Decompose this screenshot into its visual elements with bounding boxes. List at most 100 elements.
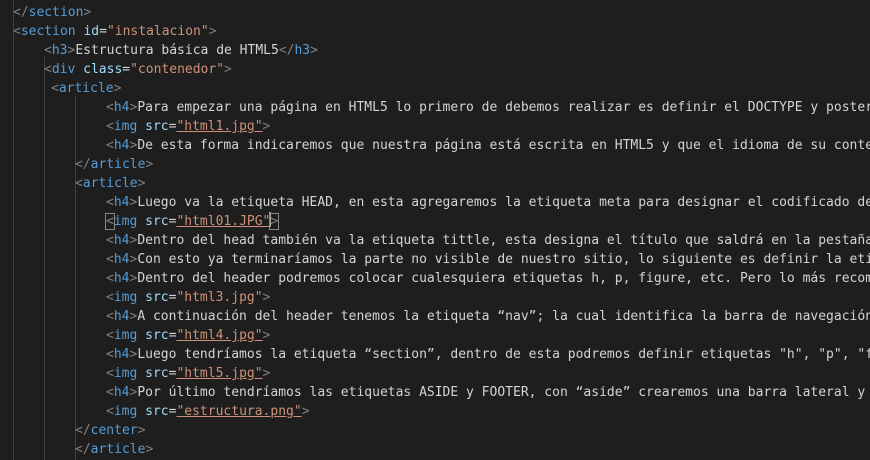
code-line[interactable]: </article> <box>75 440 153 459</box>
tag-name: img <box>113 404 138 419</box>
code-line[interactable]: <article> <box>75 174 145 193</box>
bracket: </ <box>75 423 91 438</box>
code-line[interactable]: <img src="html4.jpg"> <box>106 326 270 345</box>
code-line[interactable]: <h4>Con esto ya terminaríamos la parte n… <box>106 250 870 269</box>
attribute-value: "instalacion" <box>106 24 209 39</box>
code-line[interactable]: </center> <box>75 421 145 440</box>
code-line[interactable]: <h4>Dentro del header podremos colocar c… <box>106 269 870 288</box>
text-content: Estructura básica de HTML5 <box>75 43 279 58</box>
bracket: < <box>106 347 114 362</box>
attribute-name: class <box>83 62 123 77</box>
tag-name: section <box>20 24 76 39</box>
text-content: Para empezar una página en HTML5 lo prim… <box>137 100 870 115</box>
bracket: < <box>106 233 114 248</box>
tag-name: h4 <box>113 271 130 286</box>
bracket: > <box>208 24 217 39</box>
attribute-value: "contenedor" <box>130 62 225 77</box>
tag-name: h4 <box>113 138 130 153</box>
attribute-name: src <box>145 214 169 229</box>
tag-name: img <box>113 119 138 134</box>
code-line[interactable]: <h4>De esta forma indicaremos que nuestr… <box>106 136 870 155</box>
bracket-match: < <box>105 213 115 230</box>
code-line[interactable]: </section> <box>13 3 91 22</box>
bracket: > <box>145 442 154 457</box>
code-line-active[interactable]: <img src="html01.JPG"> <box>105 212 280 231</box>
attribute-value: "html4.jpg" <box>176 328 263 343</box>
bracket: > <box>262 366 271 381</box>
tag-name: center <box>90 423 138 438</box>
code-line[interactable]: <h4>Luego va la etiqueta HEAD, en esta a… <box>106 193 870 212</box>
tag-name: section <box>28 5 84 20</box>
tag-name: h3 <box>51 43 68 58</box>
bracket: < <box>106 385 114 400</box>
bracket: > <box>262 328 271 343</box>
attribute-name: src <box>145 119 169 134</box>
attribute-value: "html3.jpg" <box>176 290 263 305</box>
bracket: < <box>106 252 114 267</box>
attribute-value: "html5.jpg" <box>176 366 263 381</box>
code-line[interactable]: <img src="html5.jpg"> <box>106 364 270 383</box>
bracket: < <box>44 62 52 77</box>
code-line[interactable]: <h4>Luego tendríamos la etiqueta “sectio… <box>106 345 870 364</box>
indent-guide <box>75 96 76 460</box>
code-line[interactable]: <h4>Dentro del head también va la etique… <box>106 231 870 250</box>
tag-name: div <box>51 62 76 77</box>
text-content: Dentro del header podremos colocar cuale… <box>137 271 870 286</box>
bracket: > <box>83 5 92 20</box>
tag-name: img <box>113 366 138 381</box>
code-line[interactable]: <h4>A continuación del header tenemos la… <box>106 307 870 326</box>
tag-name: h4 <box>113 252 130 267</box>
bracket: < <box>106 271 114 286</box>
code-line[interactable]: <section id="instalacion"> <box>13 22 217 41</box>
tag-name: article <box>90 157 146 172</box>
text-content: Con esto ya terminaríamos la parte no vi… <box>137 252 870 267</box>
tag-name: h4 <box>113 195 130 210</box>
bracket: </ <box>13 5 29 20</box>
code-line[interactable]: <h4>Para empezar una página en HTML5 lo … <box>106 98 870 117</box>
bracket: > <box>224 62 232 77</box>
indent-guide <box>44 57 45 460</box>
code-line[interactable]: <h3>Estructura básica de HTML5</h3> <box>44 41 318 60</box>
code-line[interactable]: <img src="html3.jpg"> <box>106 288 270 307</box>
bracket: > <box>137 423 146 438</box>
attribute-value: "html01.JPG" <box>176 214 271 229</box>
attribute-name: src <box>145 290 169 305</box>
text-content: Dentro del head también va la etiqueta t… <box>137 233 870 248</box>
tag-name: h4 <box>113 233 130 248</box>
text-content: De esta forma indicaremos que nuestra pá… <box>137 138 870 153</box>
bracket-match: > <box>269 213 280 230</box>
code-line[interactable]: <div class="contenedor"> <box>44 60 232 79</box>
attribute-name: src <box>145 328 169 343</box>
attribute-value: "html1.jpg" <box>176 119 263 134</box>
code-editor[interactable]: </section> <section id="instalacion"> <h… <box>0 0 870 460</box>
tag-name: article <box>82 176 138 191</box>
attribute-value: "estructura.png" <box>176 404 302 419</box>
code-line[interactable]: <img src="estructura.png"> <box>106 402 310 421</box>
attribute-name: id <box>83 24 100 39</box>
tag-name: h4 <box>113 347 130 362</box>
bracket: > <box>145 157 154 172</box>
tag-name: article <box>90 442 146 457</box>
tag-name: h3 <box>294 43 311 58</box>
bracket: < <box>106 100 114 115</box>
bracket: < <box>106 119 114 134</box>
tag-name: h4 <box>113 309 130 324</box>
bracket: < <box>106 195 114 210</box>
bracket: </ <box>75 157 91 172</box>
bracket: > <box>301 404 310 419</box>
text-content: Luego va la etiqueta HEAD, en esta agreg… <box>137 195 870 210</box>
bracket: < <box>106 328 114 343</box>
code-line[interactable]: <article> <box>51 79 121 98</box>
bracket: > <box>113 81 122 96</box>
code-line[interactable]: </article> <box>75 155 153 174</box>
code-line[interactable]: <img src="html1.jpg"> <box>106 117 270 136</box>
text-content: Por último tendríamos las etiquetas ASID… <box>137 385 870 400</box>
bracket: </ <box>75 442 91 457</box>
text-content: A continuación del header tenemos la eti… <box>137 309 870 324</box>
code-line[interactable]: <h4>Por último tendríamos las etiquetas … <box>106 383 870 402</box>
bracket: < <box>106 404 114 419</box>
bracket: > <box>262 119 271 134</box>
tag-name: h4 <box>113 385 130 400</box>
bracket: > <box>262 290 271 305</box>
tag-name: img <box>113 290 138 305</box>
